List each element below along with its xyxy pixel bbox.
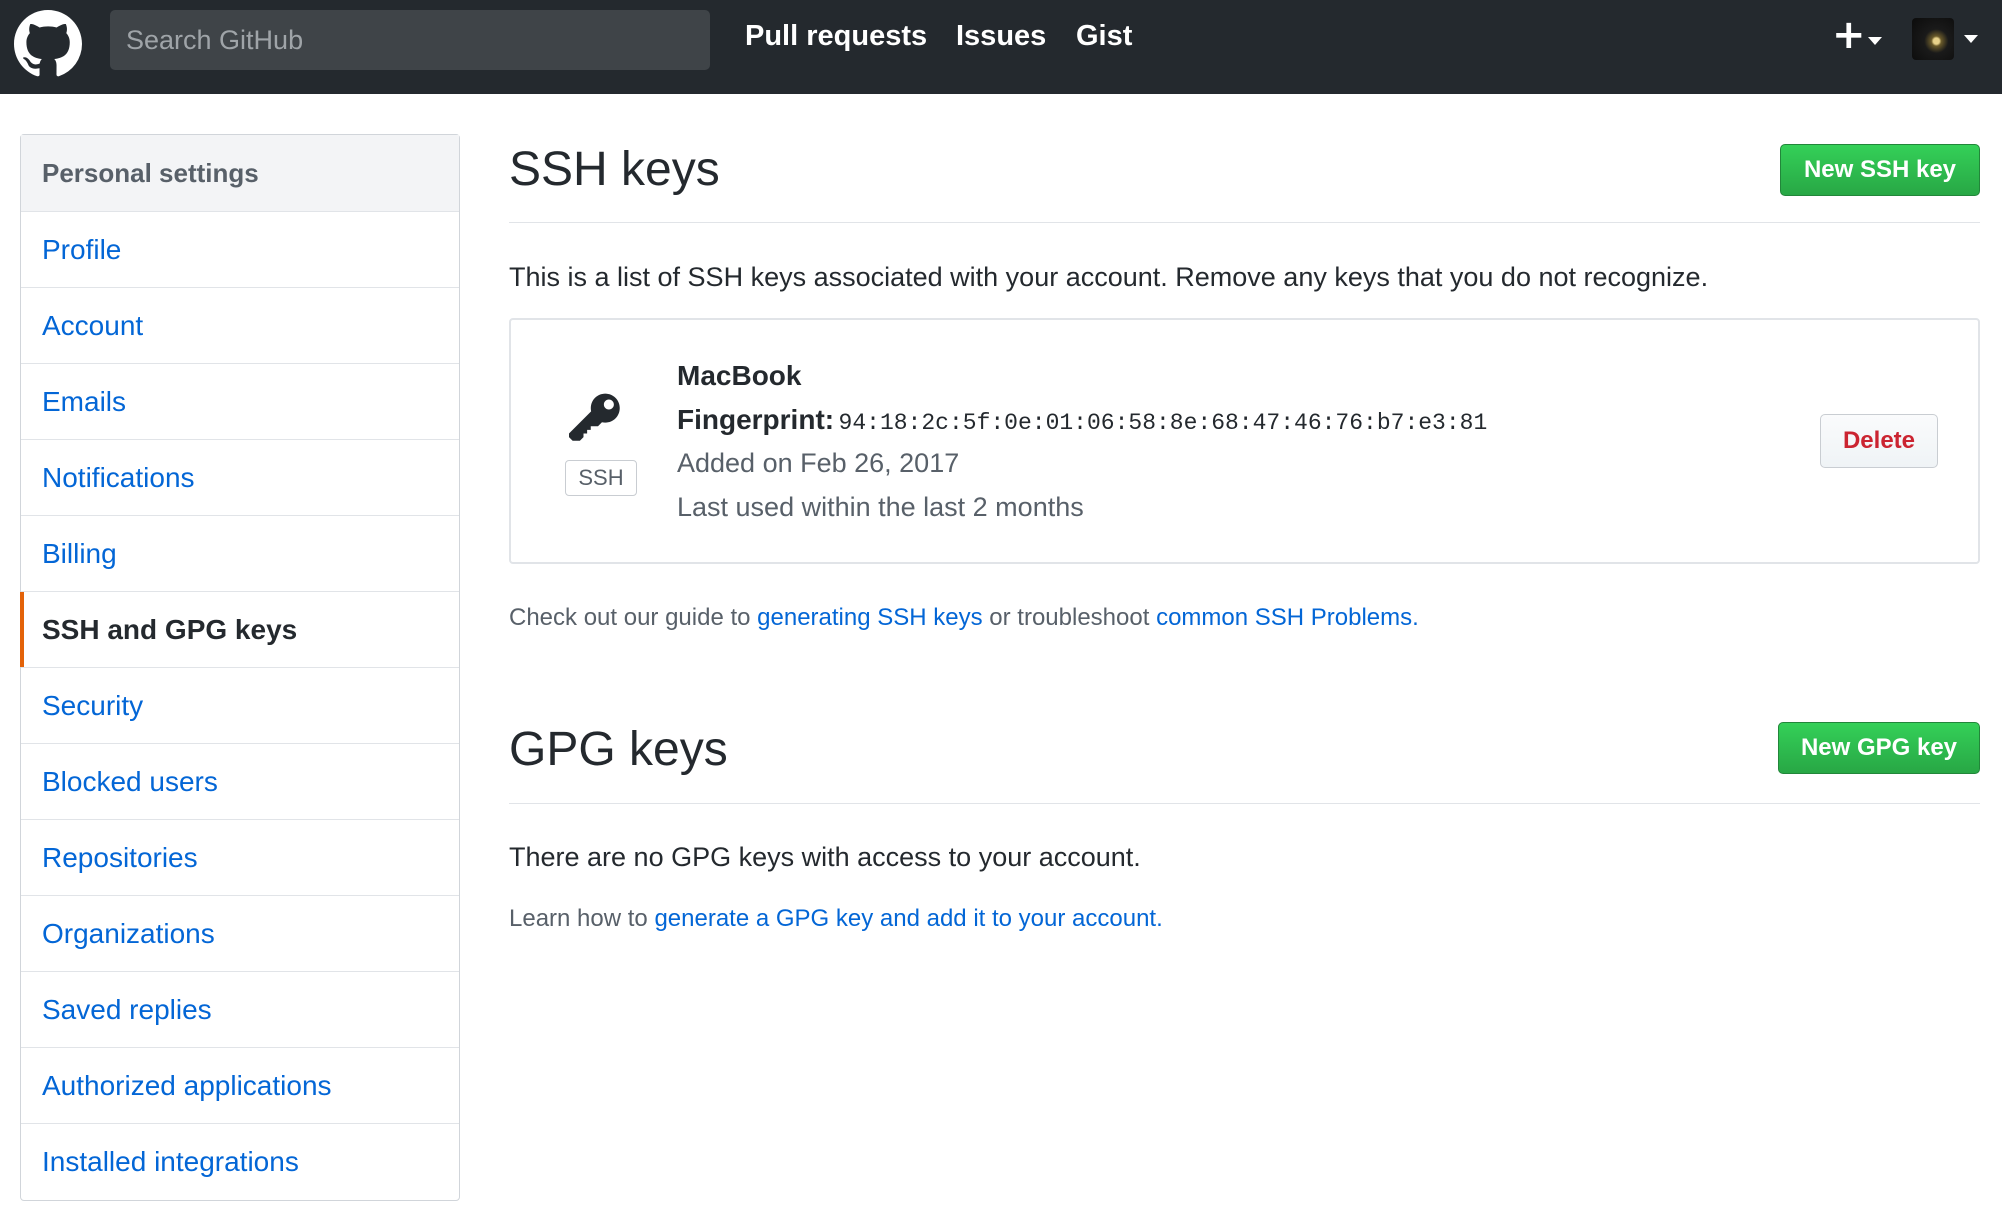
avatar: [1912, 18, 1954, 60]
ssh-description: This is a list of SSH keys associated wi…: [509, 262, 1709, 292]
ssh-key-added-date: Added on Feb 26, 2017: [677, 448, 960, 478]
nav-issues[interactable]: Issues: [956, 20, 1046, 53]
gpg-empty-message: There are no GPG keys with access to you…: [509, 842, 1141, 872]
create-new-dropdown[interactable]: +: [1832, 12, 1884, 62]
ssh-key-last-used: Last used within the last 2 months: [677, 492, 1084, 522]
user-menu-dropdown[interactable]: [1912, 18, 1988, 64]
chevron-down-icon: [1964, 35, 1978, 43]
gpg-divider: [509, 803, 1980, 804]
key-icon: [569, 393, 620, 441]
sidebar-item-repositories[interactable]: Repositories: [21, 820, 459, 896]
sidebar-item-organizations[interactable]: Organizations: [21, 896, 459, 972]
nav-gist[interactable]: Gist: [1076, 20, 1132, 53]
settings-sidebar: Personal settings Profile Account Emails…: [20, 134, 460, 1201]
delete-ssh-key-button[interactable]: Delete: [1820, 414, 1938, 468]
plus-icon: +: [1832, 12, 1866, 58]
generate-gpg-key-link[interactable]: generate a GPG key and add it to your ac…: [654, 905, 1156, 932]
chevron-down-icon: [1868, 37, 1882, 45]
sidebar-item-account[interactable]: Account: [21, 288, 459, 364]
ssh-key-name: MacBook: [677, 360, 802, 391]
sidebar-item-notifications[interactable]: Notifications: [21, 440, 459, 516]
sidebar-item-installed-integrations[interactable]: Installed integrations: [21, 1124, 459, 1200]
fingerprint-row: Fingerprint: 94:18:2c:5f:0e:01:06:58:8e:…: [677, 404, 1487, 436]
new-ssh-key-button[interactable]: New SSH key: [1780, 144, 1980, 196]
sidebar-title: Personal settings: [21, 135, 459, 212]
github-logo-icon[interactable]: [14, 10, 82, 78]
gpg-learn-text: Learn how to generate a GPG key and add …: [509, 905, 1163, 933]
gpg-learn-suffix: .: [1156, 905, 1163, 932]
sidebar-item-saved-replies[interactable]: Saved replies: [21, 972, 459, 1048]
ssh-keys-title: SSH keys: [509, 143, 720, 196]
top-header: Pull requests Issues Gist +: [0, 0, 2002, 94]
generating-ssh-keys-link[interactable]: generating SSH keys: [757, 604, 982, 631]
ssh-guide-middle: or troubleshoot: [982, 604, 1157, 631]
fingerprint-value: 94:18:2c:5f:0e:01:06:58:8e:68:47:46:76:b…: [838, 410, 1488, 436]
new-gpg-key-button[interactable]: New GPG key: [1778, 722, 1980, 774]
search-input[interactable]: [110, 10, 710, 70]
ssh-guide-text: Check out our guide to generating SSH ke…: [509, 604, 1419, 632]
sidebar-item-emails[interactable]: Emails: [21, 364, 459, 440]
ssh-divider: [509, 222, 1980, 223]
ssh-key-card: SSH MacBook Fingerprint: 94:18:2c:5f:0e:…: [509, 318, 1980, 564]
sidebar-item-billing[interactable]: Billing: [21, 516, 459, 592]
sidebar-item-security[interactable]: Security: [21, 668, 459, 744]
ssh-guide-suffix: .: [1412, 604, 1419, 631]
gpg-keys-title: GPG keys: [509, 723, 728, 776]
common-ssh-problems-link[interactable]: common SSH Problems: [1156, 604, 1412, 631]
sidebar-item-authorized-applications[interactable]: Authorized applications: [21, 1048, 459, 1124]
fingerprint-label: Fingerprint:: [677, 404, 835, 435]
sidebar-item-ssh-gpg-keys[interactable]: SSH and GPG keys: [20, 592, 459, 668]
search-box[interactable]: [110, 10, 710, 70]
ssh-badge: SSH: [565, 460, 637, 496]
ssh-guide-prefix: Check out our guide to: [509, 604, 758, 631]
sidebar-item-profile[interactable]: Profile: [21, 212, 459, 288]
nav-pull-requests[interactable]: Pull requests: [745, 20, 927, 53]
gpg-learn-prefix: Learn how to: [509, 905, 655, 932]
sidebar-item-blocked-users[interactable]: Blocked users: [21, 744, 459, 820]
